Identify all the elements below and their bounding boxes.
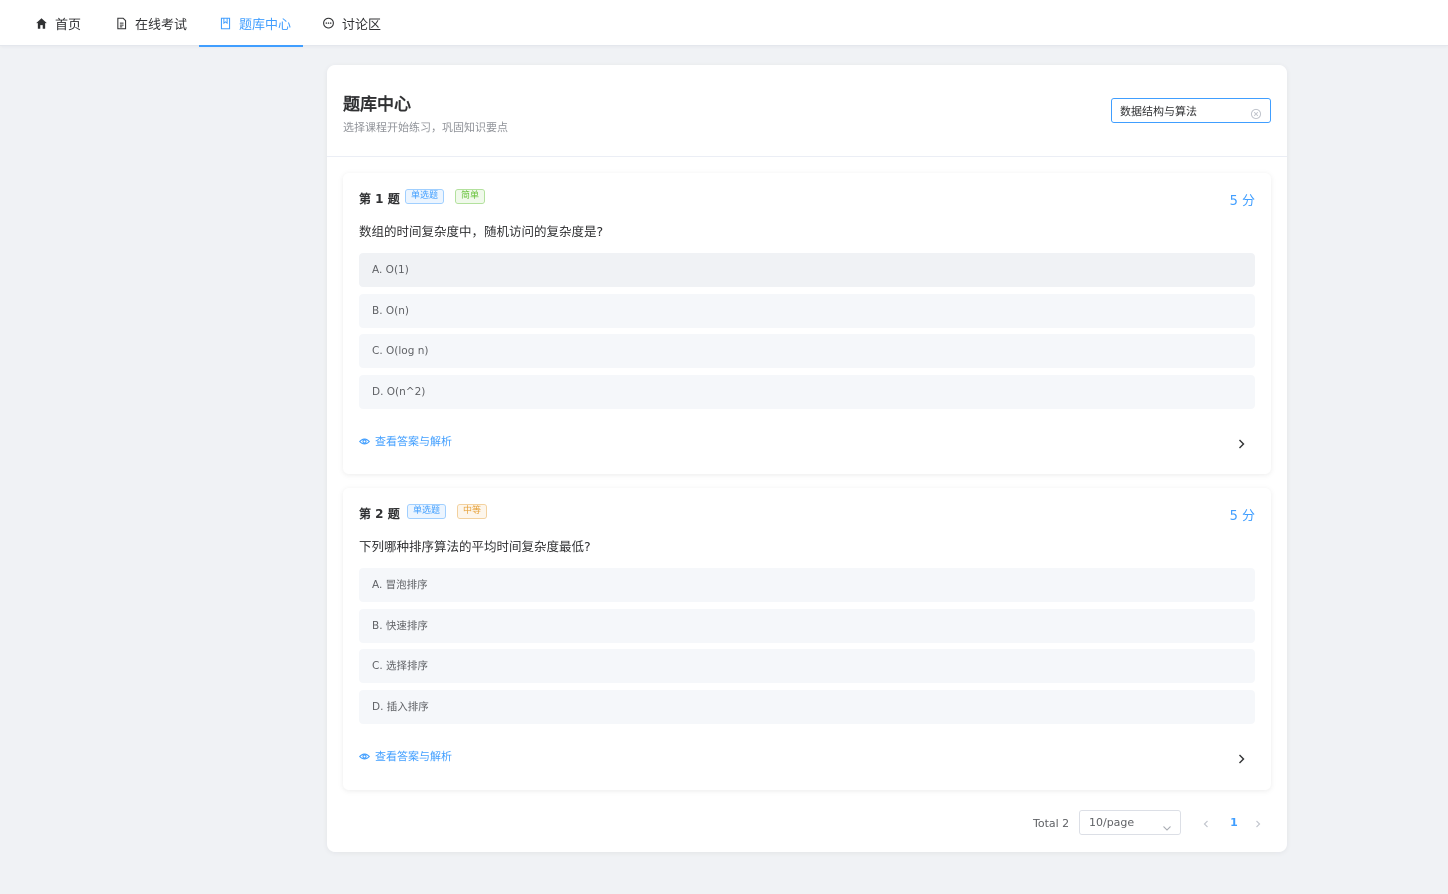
nav-item-label: 在线考试 (135, 17, 188, 33)
view-answer-link[interactable]: 查看答案与解析 (359, 433, 452, 449)
question-text: 下列哪种排序算法的平均时间复杂度最低? (359, 539, 591, 554)
active-tab-indicator (199, 45, 303, 47)
question-score: 5 分 (1229, 194, 1255, 209)
top-navigation: 首页 在线考试 题库中心 讨论区 (0, 0, 1448, 47)
option-d[interactable]: D. O(n^2) (359, 375, 1255, 409)
page-title: 题库中心 (343, 95, 411, 115)
chevron-right-icon[interactable] (1235, 750, 1247, 764)
page-size-value: 10/page (1089, 816, 1135, 829)
book-icon (218, 16, 232, 30)
chevron-down-icon (1162, 818, 1172, 831)
option-c[interactable]: C. O(log n) (359, 334, 1255, 368)
option-b[interactable]: B. O(n) (359, 294, 1255, 328)
question-number: 第 1 题 (359, 192, 400, 206)
option-b[interactable]: B. 快速排序 (359, 609, 1255, 643)
nav-item-discussion[interactable]: 讨论区 (321, 0, 381, 46)
question-number: 第 2 题 (359, 507, 400, 521)
difficulty-tag: 中等 (457, 504, 488, 519)
question-card: 第 2 题 单选题 中等 5 分 下列哪种排序算法的平均时间复杂度最低? A. … (343, 488, 1271, 790)
card-header: 题库中心 选择课程开始练习，巩固知识要点 (327, 65, 1287, 157)
nav-item-label: 讨论区 (342, 17, 382, 33)
page-number-button[interactable]: 1 (1227, 816, 1241, 829)
nav-item-question-bank[interactable]: 题库中心 (218, 0, 291, 46)
chat-icon (321, 16, 335, 30)
prev-page-button[interactable] (1199, 816, 1213, 830)
difficulty-tag: 简单 (455, 189, 486, 204)
clear-icon[interactable] (1250, 105, 1262, 120)
document-icon (114, 16, 128, 30)
view-answer-label: 查看答案与解析 (375, 750, 452, 763)
page-size-select[interactable]: 10/page (1079, 810, 1181, 835)
question-bank-card: 题库中心 选择课程开始练习，巩固知识要点 第 1 题 单选题 简单 5 分 数组… (327, 65, 1287, 852)
question-card: 第 1 题 单选题 简单 5 分 数组的时间复杂度中，随机访问的复杂度是? A.… (343, 173, 1271, 474)
question-text: 数组的时间复杂度中，随机访问的复杂度是? (359, 224, 604, 239)
view-answer-link[interactable]: 查看答案与解析 (359, 748, 452, 764)
view-answer-label: 查看答案与解析 (375, 435, 452, 448)
course-search-box[interactable] (1111, 98, 1271, 123)
option-a[interactable]: A. 冒泡排序 (359, 568, 1255, 602)
option-a[interactable]: A. O(1) (359, 253, 1255, 287)
pagination-total: Total 2 (1033, 817, 1070, 830)
nav-item-label: 题库中心 (239, 17, 292, 33)
eye-icon (359, 751, 370, 762)
option-c[interactable]: C. 选择排序 (359, 649, 1255, 683)
eye-icon (359, 436, 370, 447)
course-search-input[interactable] (1120, 102, 1246, 119)
option-d[interactable]: D. 插入排序 (359, 690, 1255, 724)
home-icon (34, 16, 48, 30)
nav-item-label: 首页 (55, 17, 82, 33)
chevron-right-icon[interactable] (1235, 435, 1247, 449)
question-type-tag: 单选题 (407, 504, 447, 519)
question-score: 5 分 (1229, 509, 1255, 524)
question-type-tag: 单选题 (405, 189, 445, 204)
nav-item-home[interactable]: 首页 (34, 0, 81, 46)
next-page-button[interactable] (1251, 816, 1265, 830)
page-subtitle: 选择课程开始练习，巩固知识要点 (343, 121, 508, 134)
nav-item-online-exam[interactable]: 在线考试 (114, 0, 187, 46)
